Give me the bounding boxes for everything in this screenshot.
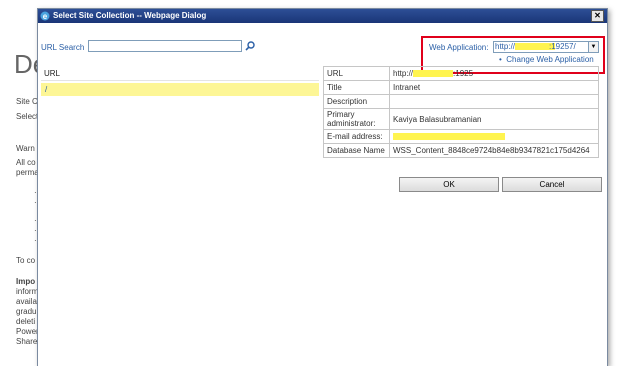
site-list-row-url: / <box>45 85 48 94</box>
close-button[interactable]: ✕ <box>591 10 604 22</box>
background-text: Select <box>16 112 39 121</box>
background-text: All co <box>16 158 36 167</box>
web-application-select[interactable]: http:// :19257/ ▼ <box>493 41 599 53</box>
search-icon[interactable] <box>245 41 255 51</box>
background-text: Impo <box>16 277 36 286</box>
svg-text:e: e <box>43 12 48 21</box>
url-search-input[interactable] <box>88 40 242 52</box>
property-row-url: URL http://:1925 <box>323 66 599 81</box>
ok-button[interactable]: OK <box>399 177 499 192</box>
select-site-collection-dialog: e Select Site Collection -- Webpage Dial… <box>37 8 608 366</box>
chevron-down-icon[interactable]: ▼ <box>588 42 598 52</box>
background-text: gradu <box>16 307 37 316</box>
change-web-application-label: Change Web Application <box>506 55 594 64</box>
dialog-title: Select Site Collection -- Webpage Dialog <box>53 11 207 20</box>
background-text: inform <box>16 287 39 296</box>
property-value-email <box>389 129 599 144</box>
property-value-database: WSS_Content_8848ce9724b84e8b9347821c175d… <box>389 143 599 158</box>
property-label: Title <box>323 80 390 95</box>
change-web-application-link[interactable]: • Change Web Application <box>499 55 594 64</box>
bullet-icon: • <box>499 55 502 64</box>
property-row-title: Title Intranet <box>323 80 599 95</box>
background-text: Share <box>16 337 38 346</box>
property-value-description <box>389 94 599 109</box>
property-label: Primary administrator: <box>323 108 390 130</box>
property-value-url: http://:1925 <box>389 66 599 81</box>
redaction-highlight <box>413 70 454 78</box>
property-value-primary-admin: Kaviya Balasubramanian <box>389 108 599 130</box>
property-row-primary-admin: Primary administrator: Kaviya Balasubram… <box>323 108 599 130</box>
background-text: Site C <box>16 97 38 106</box>
property-label: Database Name <box>323 143 390 158</box>
background-text: To co <box>16 256 36 265</box>
cancel-button[interactable]: Cancel <box>502 177 602 192</box>
site-list-header: URL <box>41 67 319 81</box>
background-text: perma <box>16 168 39 177</box>
property-label: Description <box>323 94 390 109</box>
background-text: Power <box>16 327 39 336</box>
property-label: URL <box>323 66 390 81</box>
property-row-email: E-mail address: <box>323 129 599 144</box>
url-search-label: URL Search <box>41 43 85 52</box>
web-application-label: Web Application: <box>429 43 489 52</box>
property-row-database: Database Name WSS_Content_8848ce9724b84e… <box>323 143 599 158</box>
site-list-column-url: URL <box>44 69 61 78</box>
redaction-highlight <box>393 133 505 141</box>
property-row-description: Description <box>323 94 599 109</box>
site-list-row[interactable]: / <box>41 83 319 96</box>
web-application-port: :19257/ <box>549 42 576 51</box>
dialog-titlebar[interactable]: e Select Site Collection -- Webpage Dial… <box>38 9 607 23</box>
background-text: Warn <box>16 144 35 153</box>
site-properties-table: URL http://:1925 Title Intranet Descript… <box>323 66 599 158</box>
background-text: deleti <box>16 317 36 326</box>
property-label: E-mail address: <box>323 129 390 144</box>
background-text: availa <box>16 297 37 306</box>
web-application-value: http:// <box>495 42 516 51</box>
ie-icon: e <box>40 11 50 21</box>
property-value-title: Intranet <box>389 80 599 95</box>
